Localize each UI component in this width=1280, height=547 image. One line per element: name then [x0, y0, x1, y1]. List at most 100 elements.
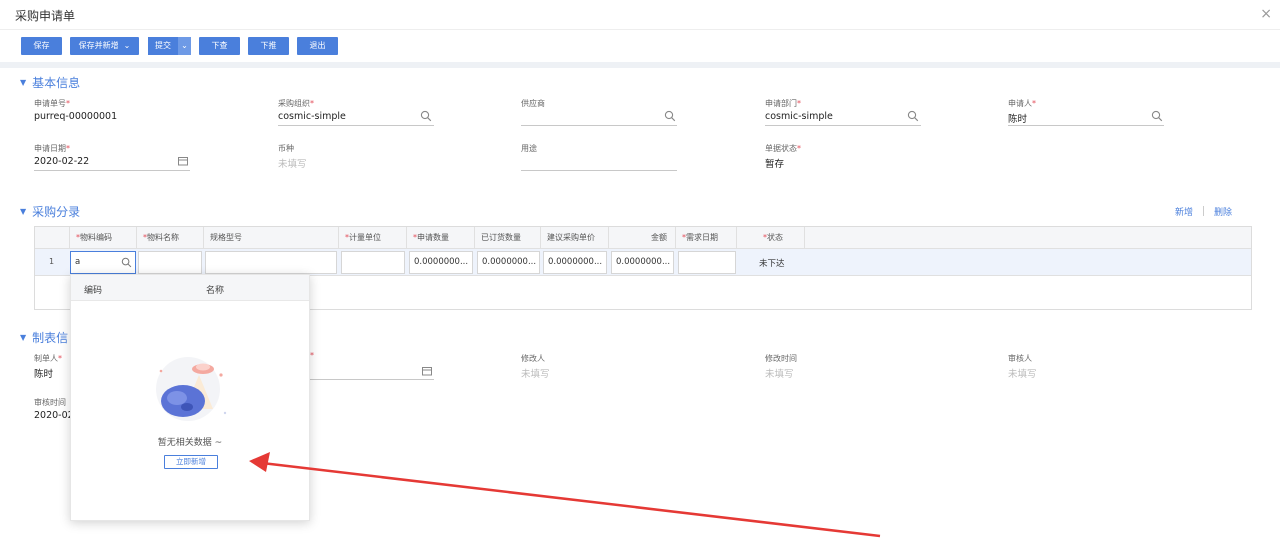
auditor-value: 未填写 [1008, 369, 1037, 380]
empty-state-illustration [156, 357, 227, 421]
req-no-label-text: 申请单号 [34, 99, 66, 108]
pull-button[interactable]: 下推 [248, 37, 289, 55]
submit-split-button[interactable]: 提交 ⌄ [148, 37, 191, 55]
popup-header: 编码 名称 [71, 275, 309, 301]
apply-qty-input[interactable]: 0.0000000... [409, 251, 473, 274]
spec-input[interactable] [205, 251, 337, 274]
apply-dept-label: 申请部门* [765, 98, 801, 109]
caret-down-icon: ▼ [20, 207, 27, 216]
grid-header-label: 物料编码 [80, 233, 112, 242]
section-form-info[interactable]: ▼ 制表信 [20, 329, 68, 346]
ordered-qty-input[interactable]: 0.0000000... [477, 251, 540, 274]
material-name-input[interactable] [138, 251, 202, 274]
caret-down-icon: ▼ [20, 333, 27, 342]
applicant-label: 申请人* [1008, 98, 1036, 109]
toolbar: 保存 保存并新增 ⌄ 提交 ⌄ 下查 下推 退出 [0, 30, 1280, 62]
section-form-info-title: 制表信 [32, 331, 69, 345]
purchase-org-input[interactable]: cosmic-simple [278, 111, 346, 122]
modifier-value: 未填写 [521, 369, 550, 380]
add-entry-link[interactable]: 新增 [1175, 208, 1193, 218]
purchase-org-label-text: 采购组织 [278, 99, 310, 108]
apply-date-label: 申请日期* [34, 143, 70, 154]
window-titlebar: 采购申请单 × [0, 0, 1280, 30]
grid-header-label: 规格型号 [210, 233, 242, 242]
purchase-org-underline [278, 125, 434, 126]
grid-header-cell: *需求日期 [676, 227, 737, 249]
creator-label: 制单人* [34, 353, 62, 364]
currency-value: 未填写 [278, 159, 307, 170]
section-basic-info[interactable]: ▼ 基本信息 [20, 74, 80, 91]
caret-down-icon: ▼ [20, 78, 27, 87]
save-button[interactable]: 保存 [21, 37, 62, 55]
search-icon[interactable] [1151, 110, 1163, 122]
chevron-down-icon[interactable]: ⌄ [178, 37, 191, 55]
grid-header-cell: *物料编码 [70, 227, 137, 249]
required-mark: * [797, 99, 801, 108]
required-mark: * [797, 144, 801, 153]
bill-status-value: 暂存 [765, 159, 785, 170]
creator-value: 陈时 [34, 369, 54, 380]
row-index: 1 [49, 257, 55, 266]
material-lookup-popup: 编码 名称 暂无相关数据 ~ 立即新增 [70, 274, 310, 521]
row-status: 未下达 [759, 259, 785, 269]
grid-header-cell: 已订货数量 [475, 227, 541, 249]
grid-header-cell: *计量单位 [339, 227, 407, 249]
grid-header-label: 状态 [767, 233, 783, 242]
audit-time-label: 审核时间 [34, 398, 66, 407]
calendar-icon[interactable] [421, 365, 433, 377]
grid-header-cell: *物料名称 [137, 227, 204, 249]
delete-entry-link[interactable]: 删除 [1214, 208, 1232, 218]
grid-header-label: 建议采购单价 [547, 233, 595, 242]
apply-date-input[interactable]: 2020-02-22 [34, 156, 89, 167]
required-mark: * [66, 99, 70, 108]
modify-time-label: 修改时间 [765, 354, 797, 363]
close-icon[interactable]: × [1260, 6, 1272, 22]
usage-underline [521, 170, 677, 171]
applicant-label-text: 申请人 [1008, 99, 1032, 108]
grid-header-label: 物料名称 [147, 233, 179, 242]
search-icon[interactable] [664, 110, 676, 122]
search-icon[interactable] [907, 110, 919, 122]
required-mark: * [310, 351, 314, 360]
suggest-price-input[interactable]: 0.0000000... [543, 251, 607, 274]
req-no-value: purreq-00000001 [34, 111, 118, 122]
grid-header-index [35, 227, 70, 249]
save-and-new-label: 保存并新增 [78, 41, 119, 50]
search-icon[interactable] [121, 257, 132, 268]
demand-date-input[interactable] [678, 251, 736, 274]
purchase-org-label: 采购组织* [278, 98, 314, 109]
applicant-underline [1008, 125, 1164, 126]
unit-input[interactable] [341, 251, 405, 274]
section-purchase-entries[interactable]: ▼ 采购分录 [20, 203, 80, 220]
grid-header-label: 申请数量 [417, 233, 449, 242]
grid-header: *物料编码 *物料名称 规格型号 *计量单位 *申请数量 已订货数量 建议采购单… [35, 227, 1251, 249]
material-code-input[interactable]: a [70, 251, 136, 274]
apply-dept-input[interactable]: cosmic-simple [765, 111, 833, 122]
push-down-button[interactable]: 下查 [199, 37, 240, 55]
grid-header-label: 需求日期 [686, 233, 718, 242]
grid-header-label: 已订货数量 [481, 233, 521, 242]
required-mark: * [310, 99, 314, 108]
amount-input[interactable]: 0.0000000... [611, 251, 674, 274]
save-and-new-button[interactable]: 保存并新增 ⌄ [70, 37, 139, 55]
divider-band [0, 62, 1280, 68]
table-row[interactable]: 1 a 0.0000000... 0.0000000... 0.0000000.… [35, 249, 1251, 276]
modify-time-value: 未填写 [765, 369, 794, 380]
submit-button[interactable]: 提交 [148, 37, 178, 55]
grid-header-label: 金额 [651, 233, 667, 242]
section-purchase-entries-title: 采购分录 [32, 205, 81, 219]
exit-button[interactable]: 退出 [297, 37, 338, 55]
bill-status-label-text: 单据状态 [765, 144, 797, 153]
create-new-button[interactable]: 立即新增 [164, 455, 218, 469]
search-icon[interactable] [420, 110, 432, 122]
audit-time-value: 2020-02 [34, 410, 74, 421]
section-basic-info-title: 基本信息 [32, 76, 81, 90]
applicant-input[interactable]: 陈时 [1008, 111, 1027, 125]
popup-col-name: 名称 [206, 286, 225, 296]
modifier-label: 修改人 [521, 354, 545, 363]
supplier-label: 供应商 [521, 99, 545, 108]
action-separator [1203, 206, 1205, 216]
entry-actions: 新增 删除 [1175, 205, 1232, 218]
calendar-icon[interactable] [177, 155, 189, 167]
supplier-underline [521, 125, 677, 126]
